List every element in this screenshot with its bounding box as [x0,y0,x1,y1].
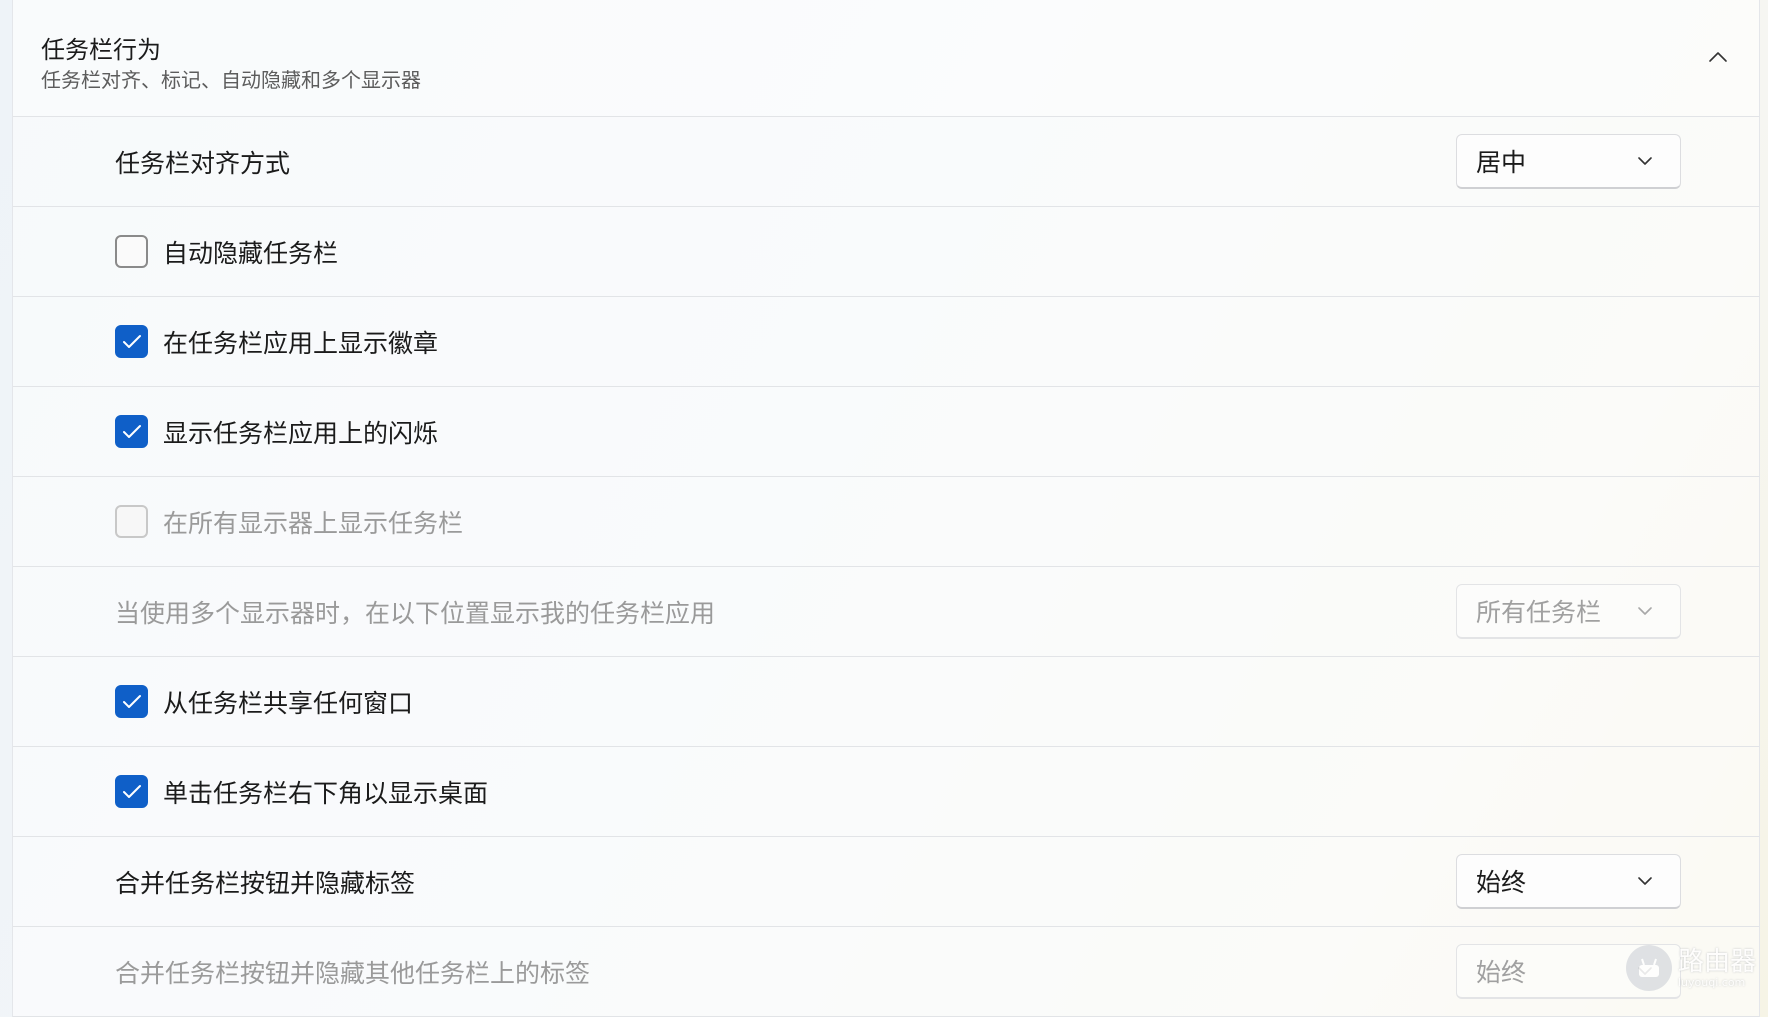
section-subtitle: 任务栏对齐、标记、自动隐藏和多个显示器 [41,68,421,92]
checkbox-label: 在所有显示器上显示任务栏 [163,508,464,538]
dropdown-value: 所有任务栏 [1476,598,1602,627]
setting-label: 当使用多个显示器时，在以下位置显示我的任务栏应用 [115,598,716,628]
setting-dropdown[interactable]: 始终 [1456,854,1681,909]
checkmark-icon [122,784,141,798]
setting-checkbox[interactable]: 单击任务栏右下角以显示桌面 [115,747,488,836]
setting-checkbox[interactable]: 从任务栏共享任何窗口 [115,657,413,746]
checkbox[interactable] [115,685,148,718]
taskbar-behaviors-header[interactable]: 任务栏行为 任务栏对齐、标记、自动隐藏和多个显示器 [13,0,1759,117]
collapse-button[interactable] [1703,44,1733,70]
watermark-subtext: luyouqi.com [1678,975,1746,989]
checkbox-label: 自动隐藏任务栏 [163,238,339,268]
setting-row: 合并任务栏按钮并隐藏标签 始终 [13,837,1759,927]
chevron-down-icon [1634,870,1656,892]
setting-row: 在任务栏应用上显示徽章 [13,297,1759,387]
watermark-text: 路由器 [1678,946,1757,977]
checkbox-label: 从任务栏共享任何窗口 [163,688,414,718]
checkbox-label: 显示任务栏应用上的闪烁 [163,418,439,448]
chevron-down-icon [1634,600,1656,622]
checkmark-icon [122,694,141,708]
setting-row: 合并任务栏按钮并隐藏其他任务栏上的标签 始终 [13,927,1759,1017]
settings-panel: 任务栏行为 任务栏对齐、标记、自动隐藏和多个显示器 任务栏对齐方式 居中自动隐藏任… [12,0,1760,1017]
setting-label: 合并任务栏按钮并隐藏其他任务栏上的标签 [115,958,591,988]
watermark: 路由器 luyouqi.com [1626,945,1756,991]
setting-checkbox: 在所有显示器上显示任务栏 [115,477,463,566]
checkbox [115,505,148,538]
checkbox-label: 单击任务栏右下角以显示桌面 [163,778,489,808]
setting-checkbox[interactable]: 显示任务栏应用上的闪烁 [115,387,438,476]
chevron-up-icon [1709,52,1727,62]
setting-row: 任务栏对齐方式 居中 [13,117,1759,207]
setting-checkbox[interactable]: 自动隐藏任务栏 [115,207,338,296]
setting-label: 合并任务栏按钮并隐藏标签 [115,868,416,898]
setting-row: 当使用多个显示器时，在以下位置显示我的任务栏应用 所有任务栏 [13,567,1759,657]
checkmark-icon [122,334,141,348]
checkbox[interactable] [115,235,148,268]
setting-row: 单击任务栏右下角以显示桌面 [13,747,1759,837]
setting-row: 从任务栏共享任何窗口 [13,657,1759,747]
setting-row: 自动隐藏任务栏 [13,207,1759,297]
setting-label: 任务栏对齐方式 [115,148,291,178]
dropdown-value: 居中 [1476,148,1527,177]
setting-row: 在所有显示器上显示任务栏 [13,477,1759,567]
checkbox[interactable] [115,775,148,808]
setting-dropdown[interactable]: 居中 [1456,134,1681,189]
setting-dropdown: 所有任务栏 [1456,584,1681,639]
checkbox[interactable] [115,415,148,448]
section-title: 任务栏行为 [41,36,161,64]
chevron-down-icon [1634,150,1656,172]
watermark-logo-icon [1626,945,1672,991]
checkbox-label: 在任务栏应用上显示徽章 [163,328,439,358]
dropdown-value: 始终 [1476,958,1527,987]
checkmark-icon [122,424,141,438]
checkbox[interactable] [115,325,148,358]
setting-checkbox[interactable]: 在任务栏应用上显示徽章 [115,297,438,386]
setting-row: 显示任务栏应用上的闪烁 [13,387,1759,477]
dropdown-value: 始终 [1476,868,1527,897]
